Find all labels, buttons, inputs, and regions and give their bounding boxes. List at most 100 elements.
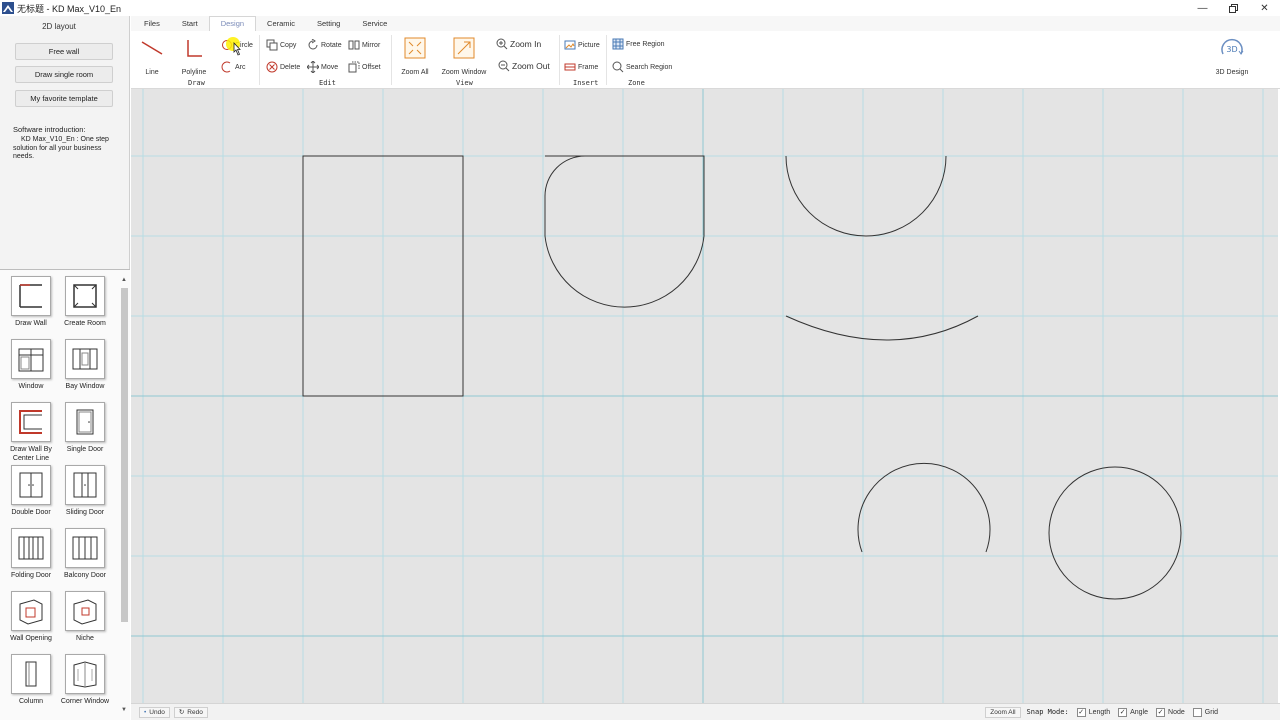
redo-icon: ↻ xyxy=(178,709,185,716)
polyline-button[interactable]: Polyline xyxy=(179,35,209,76)
snap-mode-label: Snap Mode: xyxy=(1026,708,1069,716)
sliding-door-tool[interactable]: Sliding Door xyxy=(58,465,112,518)
line-label: Line xyxy=(145,69,159,76)
restore-icon[interactable] xyxy=(1218,0,1249,16)
rotate-button[interactable]: Rotate xyxy=(307,38,342,52)
copy-button[interactable]: Copy xyxy=(266,38,296,52)
tool-palette: Draw Wall Create Room Window Bay Window xyxy=(0,269,130,720)
snap-length-checkbox[interactable]: ✓ Length xyxy=(1076,707,1111,717)
app-logo-icon xyxy=(2,2,14,14)
double-door-icon xyxy=(11,465,51,505)
wall-opening-icon xyxy=(11,591,51,631)
snap-grid-checkbox[interactable]: Grid xyxy=(1192,707,1218,717)
undo-label: Undo xyxy=(149,708,165,716)
tool-label: Balcony Door xyxy=(63,572,107,579)
tab-design[interactable]: Design xyxy=(208,16,257,31)
shallow-arc[interactable] xyxy=(785,315,979,341)
delete-label: Delete xyxy=(280,63,301,71)
intro-line: solution for all your business xyxy=(13,144,102,152)
draw-single-room-button[interactable]: Draw single room xyxy=(15,66,113,83)
delete-button[interactable]: Delete xyxy=(266,60,300,74)
semicircle-arc[interactable] xyxy=(785,155,947,237)
zoom-all-label: Zoom All xyxy=(401,69,429,76)
double-door-tool[interactable]: Double Door xyxy=(4,465,58,518)
column-tool[interactable]: Column xyxy=(4,654,58,707)
bay-window-tool[interactable]: Bay Window xyxy=(58,339,112,392)
zoom-window-button[interactable]: Zoom Window xyxy=(439,35,489,76)
snap-angle-label: Angle xyxy=(1130,708,1149,716)
snap-length-label: Length xyxy=(1088,708,1111,716)
intro-heading: Software introduction: xyxy=(13,125,86,134)
favorite-template-button[interactable]: My favorite template xyxy=(15,90,113,107)
niche-icon xyxy=(65,591,105,631)
empty-checkbox-icon xyxy=(1192,707,1202,717)
niche-tool[interactable]: Niche xyxy=(58,591,112,644)
group-label-edit: Edit xyxy=(319,79,336,87)
close-icon[interactable]: ✕ xyxy=(1249,0,1280,16)
window-icon xyxy=(11,339,51,379)
tab-files[interactable]: Files xyxy=(133,16,171,31)
circle-shape[interactable] xyxy=(1048,466,1182,600)
wall-opening-tool[interactable]: Wall Opening xyxy=(4,591,58,644)
line-icon xyxy=(139,35,165,61)
snap-angle-checkbox[interactable]: ✓ Angle xyxy=(1118,707,1149,717)
group-separator xyxy=(259,35,260,85)
open-circle-arc[interactable] xyxy=(857,462,991,553)
window-tool[interactable]: Window xyxy=(4,339,58,392)
scrollbar-thumb[interactable] xyxy=(121,288,128,622)
free-wall-button[interactable]: Free wall xyxy=(15,43,113,60)
tab-setting[interactable]: Setting xyxy=(306,16,351,31)
tab-ceramic[interactable]: Ceramic xyxy=(256,16,306,31)
folding-door-tool[interactable]: Folding Door xyxy=(4,528,58,581)
picture-button[interactable]: Picture xyxy=(564,38,600,52)
scroll-down-icon[interactable]: ▼ xyxy=(120,706,128,714)
zoom-all-button[interactable]: Zoom All xyxy=(397,35,433,76)
balcony-door-icon xyxy=(65,528,105,568)
copy-label: Copy xyxy=(280,41,297,49)
move-button[interactable]: Move xyxy=(307,60,338,74)
canvas-drawing[interactable] xyxy=(131,89,1278,703)
balcony-door-tool[interactable]: Balcony Door xyxy=(58,528,112,581)
offset-button[interactable]: Offset xyxy=(348,60,381,74)
zoom-in-button[interactable]: Zoom In xyxy=(496,37,541,51)
folding-door-icon xyxy=(11,528,51,568)
search-region-button[interactable]: Search Region xyxy=(612,60,672,74)
zoom-all-status-button[interactable]: Zoom All xyxy=(985,706,1021,718)
undo-button[interactable]: • Undo xyxy=(139,706,170,718)
mirror-button[interactable]: Mirror xyxy=(348,38,380,52)
draw-wall-center-line-tool[interactable]: Draw Wall By Center Line xyxy=(4,402,58,463)
redo-button[interactable]: ↻ Redo xyxy=(173,706,208,718)
minimize-icon[interactable]: — xyxy=(1187,0,1218,16)
single-door-tool[interactable]: Single Door xyxy=(58,402,112,455)
group-separator xyxy=(559,35,560,85)
mirror-label: Mirror xyxy=(362,41,381,49)
frame-button[interactable]: Frame xyxy=(564,60,598,74)
tool-label: Wall Opening xyxy=(10,635,52,642)
tool-label: Niche xyxy=(76,635,94,642)
tool-label: Double Door xyxy=(11,509,51,516)
title-bar: 无标题 - KD Max_V10_En — ✕ xyxy=(0,0,1280,16)
scroll-up-icon[interactable]: ▲ xyxy=(120,276,128,284)
zoom-out-button[interactable]: Zoom Out xyxy=(498,59,550,73)
tools-scrollbar[interactable]: ▲ ▼ xyxy=(120,276,128,714)
tool-label: Draw Wall By Center Line xyxy=(10,446,52,462)
3d-design-label: 3D Design xyxy=(1215,69,1249,76)
free-region-button[interactable]: Free Region xyxy=(612,37,665,51)
rounded-u-shape[interactable] xyxy=(544,155,705,308)
snap-node-checkbox[interactable]: ✓ Node xyxy=(1156,707,1185,717)
ribbon-tabs: Files Start Design Ceramic Setting Servi… xyxy=(131,16,1280,31)
line-button[interactable]: Line xyxy=(139,35,165,76)
tab-start[interactable]: Start xyxy=(171,16,209,31)
draw-wall-icon xyxy=(11,276,51,316)
corner-window-tool[interactable]: Corner Window xyxy=(58,654,112,707)
drawing-canvas[interactable] xyxy=(131,89,1278,703)
free-region-label: Free Region xyxy=(626,40,665,48)
arc-button[interactable]: Arc xyxy=(221,60,246,74)
rotate-icon xyxy=(307,39,319,51)
create-room-tool[interactable]: Create Room xyxy=(58,276,112,329)
3d-design-button[interactable]: 3D 3D Design xyxy=(1211,37,1253,76)
tab-service[interactable]: Service xyxy=(351,16,398,31)
group-separator xyxy=(606,35,607,85)
window-title: 无标题 - KD Max_V10_En xyxy=(17,3,122,14)
draw-wall-tool[interactable]: Draw Wall xyxy=(4,276,58,329)
